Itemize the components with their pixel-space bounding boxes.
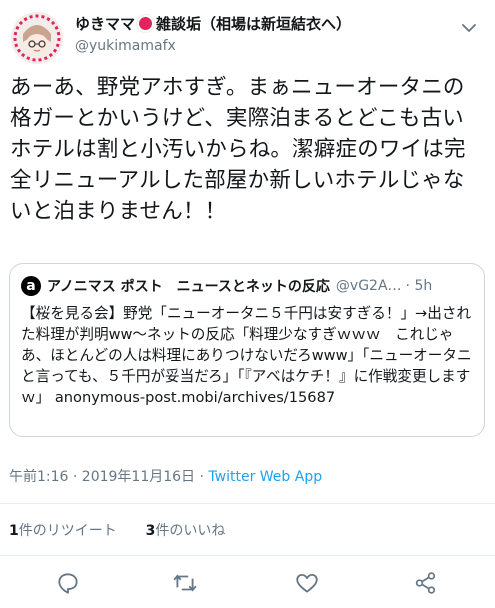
share-icon[interactable] bbox=[413, 570, 439, 596]
tweet-meta: 午前1:16 · 2019年11月16日 · Twitter Web App bbox=[9, 466, 322, 486]
retweet-stat[interactable]: 1件のリツイート bbox=[9, 523, 117, 539]
like-stat[interactable]: 3件のいいね bbox=[146, 523, 226, 539]
quoted-avatar: a bbox=[21, 276, 41, 296]
quoted-handle: @vG2A… bbox=[335, 278, 402, 294]
tweet-actions bbox=[0, 568, 495, 600]
source-app-link[interactable]: Twitter Web App bbox=[208, 469, 322, 485]
chevron-down-icon[interactable] bbox=[462, 18, 476, 32]
display-name-text: ゆきママ bbox=[75, 15, 136, 33]
quoted-tweet-card[interactable]: a アノニマス ポスト ニュースとネットの反応 @vG2A… · 5h 【桜を見… bbox=[9, 263, 485, 437]
retweet-count: 1 bbox=[9, 523, 19, 539]
heart-icon[interactable] bbox=[294, 570, 320, 596]
avatar[interactable] bbox=[11, 12, 63, 64]
quoted-time: · 5h bbox=[405, 278, 433, 294]
quoted-text: 【桜を見る会】野党「ニューオータニ５千円は安すぎる！」→出された料理が判明ww〜… bbox=[21, 305, 472, 406]
quoted-tweet-header: a アノニマス ポスト ニュースとネットの反応 @vG2A… · 5h bbox=[21, 276, 476, 296]
display-name-suffix: 雑談垢（相場は新垣結衣へ） bbox=[156, 15, 352, 33]
display-name[interactable]: ゆきママ 雑談垢（相場は新垣結衣へ） bbox=[75, 13, 351, 34]
divider bbox=[0, 503, 495, 504]
timestamp[interactable]: 午前1:16 · 2019年11月16日 · bbox=[9, 469, 208, 485]
quoted-name: アノニマス ポスト ニュースとネットの反応 bbox=[47, 279, 330, 295]
divider bbox=[0, 555, 495, 556]
like-label: 件のいいね bbox=[155, 523, 226, 539]
tweet-header: ゆきママ 雑談垢（相場は新垣結衣へ） @yukimamafx bbox=[0, 0, 495, 70]
tweet-stats: 1件のリツイート 3件のいいね bbox=[9, 520, 225, 540]
like-count: 3 bbox=[145, 523, 156, 539]
japan-flag-icon bbox=[139, 17, 153, 30]
tweet-text: あーあ、野党アホすぎ。まぁニューオータニの格ガーとかいうけど、実際泊まるとどこも… bbox=[10, 75, 466, 224]
user-handle[interactable]: @yukimamafx bbox=[75, 38, 176, 54]
reply-icon[interactable] bbox=[55, 570, 81, 596]
retweet-icon[interactable] bbox=[172, 570, 198, 596]
retweet-label: 件のリツイート bbox=[18, 523, 117, 539]
